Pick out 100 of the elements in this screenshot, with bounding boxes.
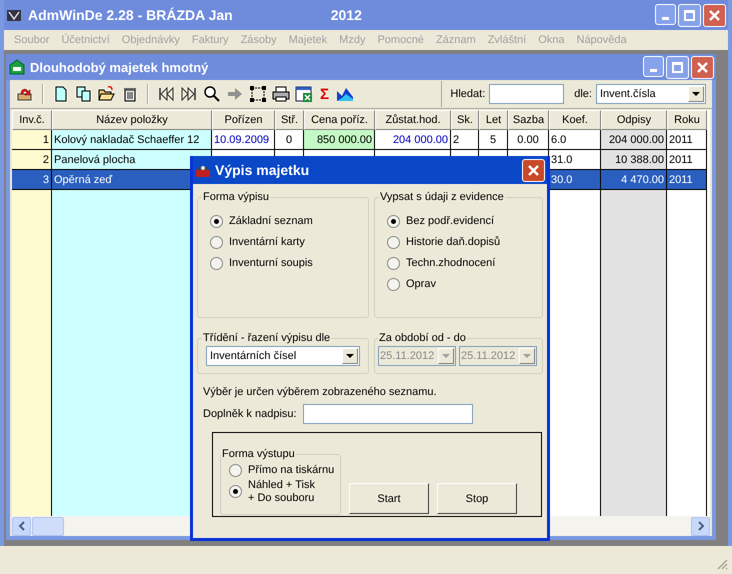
table-cell[interactable]: 31.0 bbox=[549, 150, 601, 170]
dialog-title: Výpis majetku bbox=[215, 162, 310, 178]
table-cell[interactable]: 2 bbox=[12, 150, 52, 170]
copy-icon[interactable] bbox=[75, 85, 93, 103]
column-header[interactable]: Roku bbox=[667, 110, 707, 130]
scrollbar-thumb[interactable] bbox=[32, 516, 64, 536]
chevron-right-icon bbox=[696, 521, 704, 531]
minimize-button[interactable] bbox=[655, 4, 676, 24]
maximize-icon bbox=[684, 10, 695, 20]
column-header[interactable]: Cena poříz. bbox=[304, 110, 375, 130]
radio-label: Bez podř.evidencí bbox=[406, 215, 494, 228]
dropdown-arrow-icon[interactable] bbox=[342, 348, 358, 364]
search-label: Hledat: bbox=[450, 88, 486, 100]
table-cell[interactable]: 850 000.00 bbox=[304, 130, 375, 150]
column-header[interactable]: Inv.č. bbox=[12, 110, 52, 130]
trash-icon[interactable] bbox=[121, 85, 139, 103]
table-cell[interactable]: 0.00 bbox=[508, 130, 549, 150]
close-button[interactable] bbox=[703, 4, 726, 26]
dialog-button[interactable]: Start bbox=[349, 483, 429, 514]
radio-button[interactable] bbox=[210, 215, 223, 228]
group-title: Vypsat s údaji z evidence bbox=[379, 191, 505, 203]
close-button[interactable] bbox=[691, 56, 714, 78]
radio-button[interactable] bbox=[229, 485, 242, 498]
resize-grip-icon[interactable] bbox=[716, 558, 728, 570]
scroll-right-button[interactable] bbox=[691, 516, 710, 536]
group-title: Forma výpisu bbox=[202, 191, 270, 203]
maximize-button[interactable] bbox=[666, 56, 689, 78]
table-cell[interactable]: 204 000.00 bbox=[375, 130, 451, 150]
table-cell[interactable]: 2011 bbox=[667, 150, 707, 170]
column-header[interactable]: Pořízen bbox=[212, 110, 275, 130]
heading-field[interactable] bbox=[302, 404, 473, 424]
table-cell[interactable]: 4 470.00 bbox=[601, 170, 667, 190]
table-cell[interactable]: 2011 bbox=[667, 130, 707, 150]
search-by-dropdown[interactable]: Invent.čísla bbox=[596, 84, 706, 104]
radio-button[interactable] bbox=[387, 236, 400, 249]
table-cell[interactable]: 10.09.2009 bbox=[212, 130, 275, 150]
radio-label: Náhled + Tisk + Do souboru bbox=[248, 478, 315, 504]
column-header[interactable]: Sazba bbox=[508, 110, 549, 130]
minimize-icon bbox=[662, 16, 669, 20]
window-icon bbox=[8, 59, 26, 75]
chevron-left-icon bbox=[18, 521, 26, 531]
dropdown-arrow-icon[interactable] bbox=[688, 86, 704, 102]
radio-label: Inventurní soupis bbox=[229, 257, 313, 270]
radio-label: Historie daň.dopisů bbox=[406, 236, 500, 249]
radio-button[interactable] bbox=[210, 236, 223, 249]
column-header[interactable]: Stř. bbox=[275, 110, 304, 130]
last-record-icon[interactable] bbox=[180, 85, 198, 103]
table-cell[interactable]: 1 bbox=[12, 130, 52, 150]
table-cell[interactable]: 204 000.00 bbox=[601, 130, 667, 150]
app-logo-icon bbox=[6, 7, 22, 23]
radio-label: Oprav bbox=[406, 278, 436, 291]
radio-button[interactable] bbox=[387, 257, 400, 270]
close-icon bbox=[528, 164, 539, 176]
child-window-title: Dlouhodobý majetek hmotný bbox=[30, 60, 208, 74]
table-cell[interactable]: 0 bbox=[275, 130, 304, 150]
group-title: Forma výstupu bbox=[221, 448, 296, 460]
minimize-button[interactable] bbox=[643, 56, 664, 76]
open-folder-icon[interactable] bbox=[98, 85, 116, 103]
minimize-icon bbox=[650, 68, 657, 72]
selection-frame-icon[interactable] bbox=[249, 85, 267, 103]
column-header[interactable]: Sk. bbox=[451, 110, 479, 130]
column-header[interactable]: Let bbox=[479, 110, 508, 130]
column-header[interactable]: Zůstat.hod. bbox=[375, 110, 451, 130]
column-header[interactable]: Koef. bbox=[549, 110, 601, 130]
sum-button[interactable]: Σ bbox=[318, 86, 332, 102]
radio-label: Přímo na tiskárnu bbox=[248, 464, 334, 477]
window-title: AdmWinDe 2.28 - BRÁZDA Jan bbox=[28, 7, 233, 23]
table-cell[interactable]: 30.0 bbox=[549, 170, 601, 190]
table-cell[interactable]: 2011 bbox=[667, 170, 707, 190]
table-cell[interactable]: 3 bbox=[12, 170, 52, 190]
close-icon bbox=[697, 62, 708, 72]
field-label: Doplněk k nadpisu: bbox=[203, 408, 297, 420]
table-cell[interactable]: 6.0 bbox=[549, 130, 601, 150]
first-record-icon[interactable] bbox=[157, 85, 175, 103]
maximize-icon bbox=[672, 62, 683, 72]
printer-icon[interactable] bbox=[272, 85, 290, 103]
dialog-button[interactable]: Stop bbox=[437, 483, 517, 514]
radio-button[interactable] bbox=[229, 464, 242, 477]
table-cell[interactable]: Kolový nakladač Schaeffer 12 bbox=[52, 130, 212, 150]
search-field[interactable] bbox=[489, 84, 564, 104]
column-header[interactable]: Název položky bbox=[52, 110, 212, 130]
table-cell[interactable]: 5 bbox=[479, 130, 508, 150]
spreadsheet-icon[interactable] bbox=[295, 85, 313, 103]
radio-button[interactable] bbox=[387, 278, 400, 291]
close-button[interactable] bbox=[522, 158, 545, 182]
column-header[interactable]: Odpisy bbox=[601, 110, 667, 130]
table-cell[interactable]: 10 388.00 bbox=[601, 150, 667, 170]
maximize-button[interactable] bbox=[678, 4, 701, 26]
radio-button[interactable] bbox=[210, 257, 223, 270]
sort-dropdown[interactable]: Inventárních čísel bbox=[206, 346, 360, 366]
arrow-right-icon[interactable] bbox=[226, 85, 244, 103]
table-cell[interactable]: Panelová plocha bbox=[52, 150, 212, 170]
scroll-left-button[interactable] bbox=[12, 516, 31, 536]
radio-label: Techn.zhodnocení bbox=[406, 257, 496, 270]
table-cell[interactable]: 2 bbox=[451, 130, 479, 150]
radio-button[interactable] bbox=[387, 215, 400, 228]
search-icon[interactable] bbox=[203, 85, 221, 103]
group-title: Třídění - řazení výpisu dle bbox=[202, 332, 332, 344]
year-label: 2012 bbox=[330, 7, 362, 23]
group-title: Za období od - do bbox=[378, 332, 467, 344]
